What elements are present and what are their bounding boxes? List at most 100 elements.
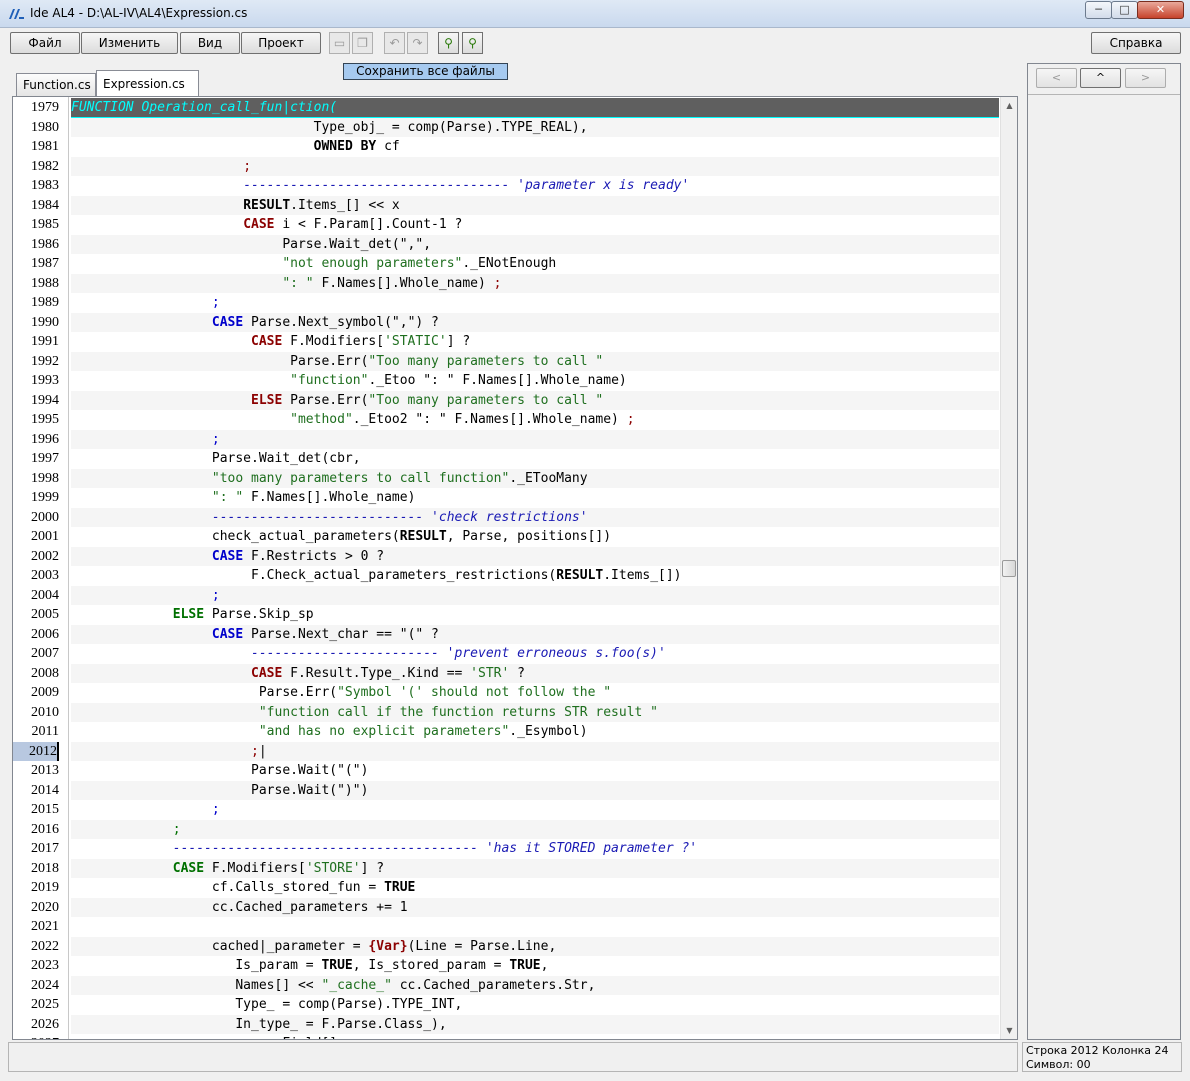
code-text[interactable]: cc.Cached_parameters += 1 xyxy=(71,897,999,917)
code-line[interactable]: 1982 ; xyxy=(13,156,999,176)
code-text[interactable]: cached|_parameter = {Var}(Line = Parse.L… xyxy=(71,936,999,956)
code-line[interactable]: 1979 FUNCTION Operation_call_fun|ction( xyxy=(13,98,999,118)
code-line[interactable]: 2023 Is_param = TRUE, Is_stored_param = … xyxy=(13,956,999,976)
code-line[interactable]: 2024 Names[] << "_cache_" cc.Cached_para… xyxy=(13,975,999,995)
code-line[interactable]: 2017 -----------------------------------… xyxy=(13,839,999,859)
code-text[interactable]: Type_ = comp(Parse).TYPE_INT, xyxy=(71,995,999,1015)
code-line[interactable]: 1998 "too many parameters to call functi… xyxy=(13,468,999,488)
code-text[interactable]: "and has no explicit parameters"._Esymbo… xyxy=(71,722,999,742)
code-line[interactable]: 2011 "and has no explicit parameters"._E… xyxy=(13,722,999,742)
code-line[interactable]: 1980 Type_obj_ = comp(Parse).TYPE_REAL), xyxy=(13,117,999,137)
code-text[interactable]: "function"._Etoo ": " F.Names[].Whole_na… xyxy=(71,371,999,391)
code-line[interactable]: 2026 In_type_ = F.Parse.Class_), xyxy=(13,1014,999,1034)
code-text[interactable]: RESULT.Items_[] << x xyxy=(71,195,999,215)
maximize-button[interactable]: □ xyxy=(1111,1,1138,19)
code-line[interactable]: 2020 cc.Cached_parameters += 1 xyxy=(13,897,999,917)
code-line[interactable]: 2019 cf.Calls_stored_fun = TRUE xyxy=(13,878,999,898)
code-text[interactable]: CASE i < F.Param[].Count-1 ? xyxy=(71,215,999,235)
code-text[interactable]: ELSE Parse.Skip_sp xyxy=(71,605,999,625)
code-line[interactable]: 1994 ELSE Parse.Err("Too many parameters… xyxy=(13,390,999,410)
code-text[interactable]: F.Check_actual_parameters_restrictions(R… xyxy=(71,566,999,586)
code-text[interactable]: CASE F.Restricts > 0 ? xyxy=(71,546,999,566)
code-text[interactable]: --------------------------------------- … xyxy=(71,839,999,859)
save-all-icon[interactable]: ❐ xyxy=(352,32,373,54)
code-text[interactable]: "not enough parameters"._ENotEnough xyxy=(71,254,999,274)
code-line[interactable]: 2009 Parse.Err("Symbol '(' should not fo… xyxy=(13,683,999,703)
menu-edit-button[interactable]: Изменить xyxy=(81,32,178,54)
code-text[interactable]: ; xyxy=(71,293,999,313)
code-editor[interactable]: 1979 FUNCTION Operation_call_fun|ction(19… xyxy=(12,96,1018,1040)
code-line[interactable]: 2018 CASE F.Modifiers['STORE'] ? xyxy=(13,858,999,878)
nav-up-button[interactable]: ^ xyxy=(1080,68,1121,88)
code-line[interactable]: 2003 F.Check_actual_parameters_restricti… xyxy=(13,566,999,586)
find-icon[interactable]: ⚲ xyxy=(438,32,459,54)
scroll-thumb[interactable] xyxy=(1002,560,1016,577)
save-icon[interactable]: ▭ xyxy=(329,32,350,54)
code-text[interactable]: ": " F.Names[].Whole_name) xyxy=(71,488,999,508)
undo-icon[interactable]: ↶ xyxy=(384,32,405,54)
code-line[interactable]: 1983 ---------------------------------- … xyxy=(13,176,999,196)
code-line[interactable]: 2010 "function call if the function retu… xyxy=(13,702,999,722)
code-line[interactable]: 1990 CASE Parse.Next_symbol(",") ? xyxy=(13,312,999,332)
code-text[interactable]: CASE F.Modifiers['STATIC'] ? xyxy=(71,332,999,352)
code-text[interactable]: Parse.Wait_det(",", xyxy=(71,234,999,254)
vertical-scrollbar[interactable]: ▲ ▼ xyxy=(1000,97,1017,1039)
code-line[interactable]: 2012 ;| xyxy=(13,741,999,761)
code-line[interactable]: 1981 OWNED BY cf xyxy=(13,137,999,157)
minimize-button[interactable]: ─ xyxy=(1085,1,1112,19)
code-line[interactable]: 1993 "function"._Etoo ": " F.Names[].Who… xyxy=(13,371,999,391)
code-text[interactable]: CASE Parse.Next_char == "(" ? xyxy=(71,624,999,644)
code-text[interactable]: Type_obj_ = comp(Parse).TYPE_REAL), xyxy=(71,117,999,137)
code-line[interactable]: 1986 Parse.Wait_det(",", xyxy=(13,234,999,254)
code-line[interactable]: 1991 CASE F.Modifiers['STATIC'] ? xyxy=(13,332,999,352)
code-text[interactable]: check_actual_parameters(RESULT, Parse, p… xyxy=(71,527,999,547)
code-line[interactable]: 2025 Type_ = comp(Parse).TYPE_INT, xyxy=(13,995,999,1015)
code-line[interactable]: 1997 Parse.Wait_det(cbr, xyxy=(13,449,999,469)
code-text[interactable] xyxy=(71,917,999,937)
close-button[interactable]: ✕ xyxy=(1137,1,1184,19)
code-line[interactable]: 2002 CASE F.Restricts > 0 ? xyxy=(13,546,999,566)
code-line[interactable]: 2021 xyxy=(13,917,999,937)
code-line[interactable]: 2014 Parse.Wait(")") xyxy=(13,780,999,800)
scroll-up-icon[interactable]: ▲ xyxy=(1001,97,1017,114)
code-line[interactable]: 2008 CASE F.Result.Type_.Kind == 'STR' ? xyxy=(13,663,999,683)
code-line[interactable]: 1985 CASE i < F.Param[].Count-1 ? xyxy=(13,215,999,235)
code-text[interactable]: "method"._Etoo2 ": " F.Names[].Whole_nam… xyxy=(71,410,999,430)
code-text[interactable]: Names[] << "_cache_" cc.Cached_parameter… xyxy=(71,975,999,995)
menu-file-button[interactable]: Файл xyxy=(10,32,80,54)
code-text[interactable]: "function call if the function returns S… xyxy=(71,702,999,722)
code-line[interactable]: 2005 ELSE Parse.Skip_sp xyxy=(13,605,999,625)
code-text[interactable]: Is_param = TRUE, Is_stored_param = TRUE, xyxy=(71,956,999,976)
code-text[interactable]: ------------------------ 'prevent errone… xyxy=(71,644,999,664)
code-line[interactable]: 2000 --------------------------- 'check … xyxy=(13,507,999,527)
code-line[interactable]: 2013 Parse.Wait("(") xyxy=(13,761,999,781)
code-text[interactable]: cf.Calls_stored_fun = TRUE xyxy=(71,878,999,898)
redo-icon[interactable]: ↷ xyxy=(407,32,428,54)
code-text[interactable]: ELSE Parse.Err("Too many parameters to c… xyxy=(71,390,999,410)
code-text[interactable]: CASE F.Modifiers['STORE'] ? xyxy=(71,858,999,878)
code-line[interactable]: 2015 ; xyxy=(13,800,999,820)
code-line[interactable]: 1999 ": " F.Names[].Whole_name) xyxy=(13,488,999,508)
code-line[interactable]: 1992 Parse.Err("Too many parameters to c… xyxy=(13,351,999,371)
menu-help-button[interactable]: Справка xyxy=(1091,32,1181,54)
code-line[interactable]: 1988 ": " F.Names[].Whole_name) ; xyxy=(13,273,999,293)
code-text[interactable]: FUNCTION Operation_call_fun|ction( xyxy=(71,98,999,118)
code-line[interactable]: 1984 RESULT.Items_[] << x xyxy=(13,195,999,215)
code-text[interactable]: ---------------------------------- 'para… xyxy=(71,176,999,196)
menu-view-button[interactable]: Вид xyxy=(180,32,240,54)
code-text[interactable]: In_type_ = F.Parse.Class_), xyxy=(71,1014,999,1034)
code-text[interactable]: OWNED BY cf xyxy=(71,137,999,157)
code-text[interactable]: Parse.Err("Too many parameters to call " xyxy=(71,351,999,371)
code-text[interactable]: "too many parameters to call function"._… xyxy=(71,468,999,488)
nav-back-button[interactable]: < xyxy=(1036,68,1077,88)
code-text[interactable]: ;| xyxy=(71,741,999,761)
code-text[interactable]: --------------------------- 'check restr… xyxy=(71,507,999,527)
code-text[interactable]: ; xyxy=(71,819,999,839)
find-next-icon[interactable]: ⚲ xyxy=(462,32,483,54)
code-text[interactable]: ; xyxy=(71,429,999,449)
code-line[interactable]: 2004 ; xyxy=(13,585,999,605)
tab-expression-cs[interactable]: Expression.cs xyxy=(96,70,199,97)
code-text[interactable]: Parse.Wait_det(cbr, xyxy=(71,449,999,469)
code-line[interactable]: 1995 "method"._Etoo2 ": " F.Names[].Whol… xyxy=(13,410,999,430)
nav-forward-button[interactable]: > xyxy=(1125,68,1166,88)
